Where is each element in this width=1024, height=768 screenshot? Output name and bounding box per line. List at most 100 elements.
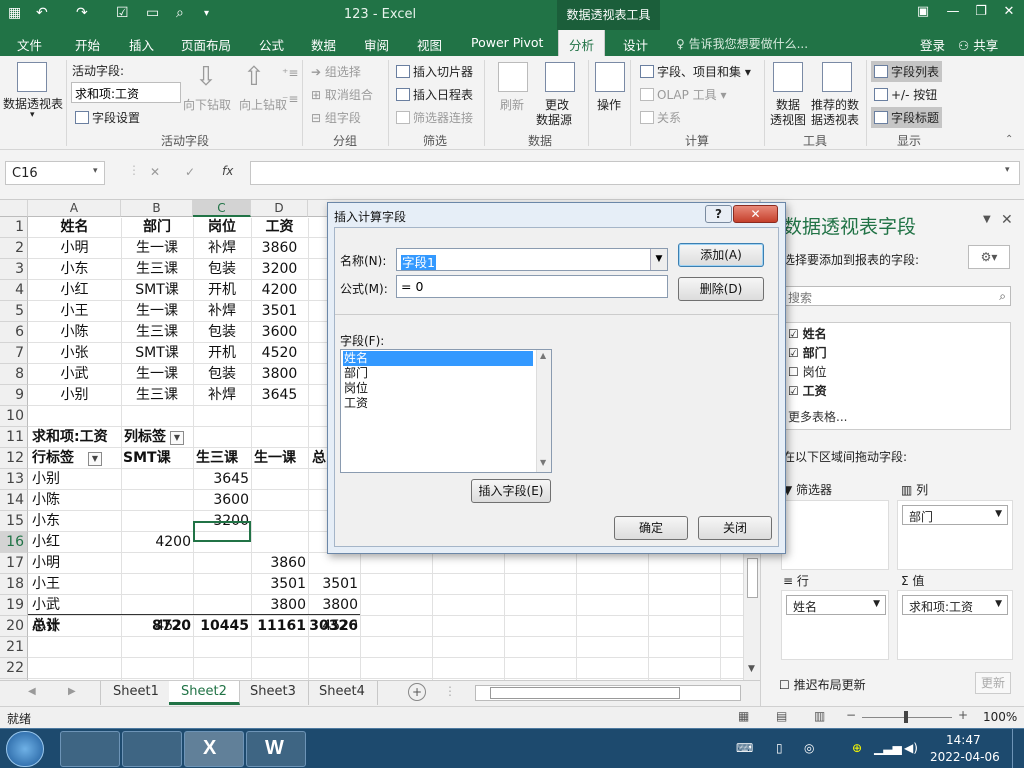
checkbox-checked-icon[interactable]: ☑ [788,327,799,341]
row-header[interactable]: 7 [0,343,28,364]
checkbox-unchecked-icon[interactable]: ☐ [779,678,790,692]
column-header-d[interactable]: D [251,200,308,217]
ok-button[interactable]: 确定 [614,516,688,540]
pivot-cell-s1[interactable] [251,511,306,532]
rows-drop-area[interactable]: 姓名 ▼ [781,590,889,660]
group-field-button[interactable]: ⊟ 组字段 [311,109,361,126]
column-header-b[interactable]: B [121,200,193,217]
pivot-row-name[interactable]: 小别 [32,469,60,490]
sheet-tab-3[interactable]: Sheet3 [238,681,309,705]
filters-drop-area[interactable] [781,500,889,570]
pivot-total-grand[interactable]: 30326 [308,616,358,637]
column-header-c[interactable]: C [193,200,251,217]
values-field-pill[interactable]: 求和项:工资 ▼ [902,595,1008,615]
row-header[interactable]: 15 [0,511,28,532]
row-header[interactable]: 4 [0,280,28,301]
pivot-row-name[interactable]: 小武 [32,595,60,616]
table-cell-name[interactable]: 小武 [28,364,121,385]
pivot-cell-s1[interactable]: 3501 [251,574,306,595]
expand-formula-bar-icon[interactable]: ▾ [1005,165,1010,175]
pivot-column-label[interactable]: 列标签 ▼ [124,427,184,448]
checkbox-unchecked-icon[interactable]: ☐ [788,365,799,379]
dropdown-arrow-icon[interactable]: ▼ [995,599,1002,609]
listbox-scrollbar[interactable]: ▲ ▼ [536,350,551,472]
filter-dropdown-icon[interactable]: ▼ [170,431,184,445]
pivot-col-header-s3[interactable]: 生三课 [196,448,238,469]
pivot-title[interactable]: 求和项:工资 [32,427,108,448]
keyboard-icon[interactable]: ⌨ [736,741,753,755]
show-desktop-button[interactable] [1012,729,1024,768]
table-cell-salary[interactable]: 3501 [251,301,308,322]
field-item-post[interactable]: ☐ 岗位 [788,363,827,380]
row-header[interactable]: 17 [0,553,28,574]
table-cell-post[interactable]: 补焊 [193,301,251,322]
pane-close-icon[interactable]: ✕ [1001,212,1013,228]
tab-analyze[interactable]: 分析 [558,30,606,56]
field-settings-button[interactable]: 字段设置 [75,109,140,126]
row-header[interactable]: 8 [0,364,28,385]
pivot-cell-smt[interactable] [121,553,191,574]
active-field-input[interactable]: 求和项:工资 [71,82,181,103]
pivot-total-smt[interactable]: 8720 [121,616,191,637]
sheet-tab-4[interactable]: Sheet4 [307,681,378,705]
horizontal-scrollbar[interactable] [475,685,741,701]
refresh-icon[interactable] [498,62,528,92]
battery-icon[interactable]: ▯ [776,741,783,755]
formula-input[interactable] [250,161,1020,185]
dropdown-arrow-icon[interactable]: ▼ [995,509,1002,519]
tell-me-search[interactable]: ♀ 告诉我您想要做什么... [676,35,808,52]
table-cell-post[interactable]: 包装 [193,322,251,343]
scroll-down-icon[interactable]: ▼ [540,458,546,467]
signal-icon[interactable]: ▁▃▅ [874,741,902,755]
close-button[interactable]: 关闭 [698,516,772,540]
recommended-pivot-icon[interactable] [822,62,852,92]
row-header[interactable]: 3 [0,259,28,280]
row-header[interactable]: 19 [0,595,28,616]
pivot-col-header-total[interactable]: 总 [312,448,326,469]
formula-bar-grip-icon[interactable]: ⋮ [128,163,140,177]
field-item-name[interactable]: ☑ 姓名 [788,325,827,342]
minimize-icon[interactable]: — [940,4,966,24]
actions-icon[interactable] [595,62,625,92]
name-box[interactable]: C16 [5,161,105,185]
pane-options-dropdown-icon[interactable]: ▼ [983,214,991,225]
share-button[interactable]: ⚇ 共享 [958,35,998,54]
dialog-close-icon[interactable]: ✕ [733,205,778,223]
print-preview-icon[interactable]: ⌕ [176,5,184,21]
insert-field-button[interactable]: 插入字段(E) [471,479,551,503]
collapse-ribbon-icon[interactable]: ⌃ [1005,134,1013,145]
insert-function-icon[interactable]: fx [222,164,233,178]
row-header[interactable]: 9 [0,385,28,406]
name-combo[interactable]: 字段1 ▼ [396,248,668,271]
row-header[interactable]: 1 [0,217,28,238]
filter-connections-button[interactable]: 筛选器连接 [396,109,473,126]
zoom-out-icon[interactable]: − [846,708,856,722]
table-cell-dept[interactable]: 生一课 [121,301,193,322]
ribbon-options-icon[interactable]: ▣ [910,4,936,24]
add-sheet-icon[interactable]: + [408,683,426,701]
collapse-field-icon[interactable]: ⁻≡ [282,92,298,106]
pivot-cell-s1[interactable] [251,469,306,490]
pivot-cell-smt[interactable] [121,574,191,595]
pivot-row-name[interactable]: 小明 [32,553,60,574]
table-cell-dept[interactable]: 生三课 [121,259,193,280]
page-layout-view-icon[interactable]: ▤ [776,709,787,723]
checkbox-checked-icon[interactable]: ☑ [788,346,799,360]
normal-view-icon[interactable]: ▦ [738,709,749,723]
refresh-button[interactable]: 刷新 [500,96,524,113]
table-cell-post[interactable]: 包装 [193,364,251,385]
login-link[interactable]: 登录 [920,35,945,54]
row-header[interactable]: 12 [0,448,28,469]
table-cell-name[interactable]: 小东 [28,259,121,280]
name-dropdown-arrow-icon[interactable]: ▼ [650,249,667,270]
row-header[interactable]: 20 [0,616,28,637]
more-tables-link[interactable]: 更多表格... [788,408,847,425]
defer-layout-checkbox[interactable]: ☐ 推迟布局更新 [779,676,866,693]
tab-home[interactable]: 开始 [75,35,100,54]
pivot-row-label[interactable]: 行标签 ▼ [32,448,102,469]
cancel-entry-icon[interactable]: ✕ [150,165,160,179]
tab-insert[interactable]: 插入 [129,35,154,54]
pivot-row-name[interactable]: 小红 [32,532,60,553]
pivot-cell-s1[interactable]: 3800 [251,595,306,616]
sheet-tab-1[interactable]: Sheet1 [100,681,172,705]
